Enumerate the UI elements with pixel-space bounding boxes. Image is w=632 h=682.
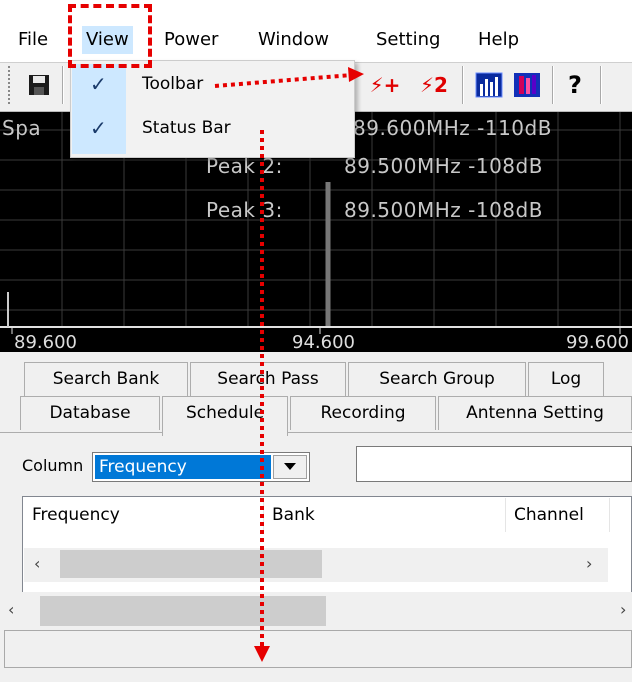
annotation-arrows xyxy=(214,67,364,662)
